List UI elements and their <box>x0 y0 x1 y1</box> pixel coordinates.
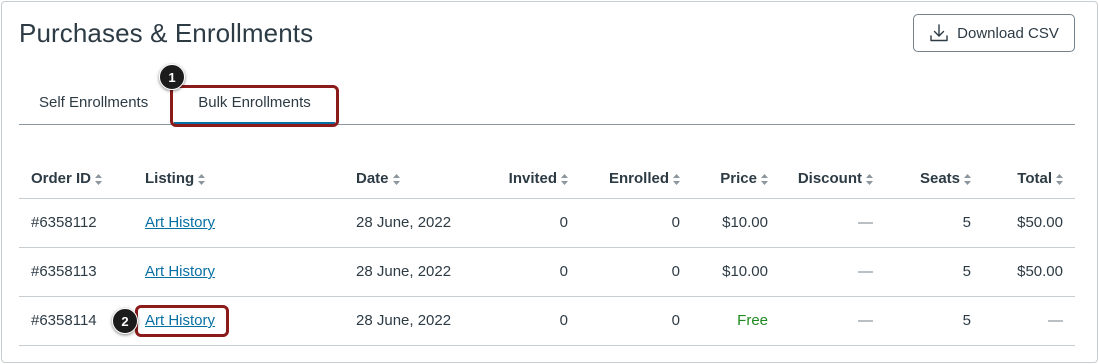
download-csv-button[interactable]: Download CSV <box>913 14 1075 52</box>
sort-icon <box>673 173 680 185</box>
order-id-cell: #6358113 <box>19 247 133 297</box>
column-header-date[interactable]: Date <box>344 160 477 199</box>
total-cell: $50.00 <box>983 198 1075 248</box>
tab-self-enrollments-label: Self Enrollments <box>39 93 149 111</box>
invited-cell: 0 <box>477 198 580 248</box>
invited-cell: 0 <box>477 247 580 297</box>
sort-icon <box>392 173 400 185</box>
seats-cell: 5 <box>885 296 983 346</box>
total-cell: — <box>983 296 1075 346</box>
price-cell: Free <box>692 296 780 346</box>
order-id-cell: #6358112 <box>19 198 133 248</box>
enrolled-cell: 0 <box>580 247 692 297</box>
column-header-enrolled[interactable]: Enrolled <box>580 160 692 199</box>
sort-icon <box>761 173 768 185</box>
price-cell: $10.00 <box>692 247 780 297</box>
sort-icon <box>95 173 103 185</box>
listing-link[interactable]: Art History <box>145 214 215 231</box>
sort-icon <box>561 173 568 185</box>
table-row: #6358112 Art History 28 June, 2022 0 0 $… <box>19 198 1075 248</box>
enrolled-cell: 0 <box>580 296 692 346</box>
callout-highlight-listing-link <box>135 305 229 337</box>
listing-link[interactable]: Art History <box>145 263 215 280</box>
date-cell: 28 June, 2022 <box>344 296 477 346</box>
invited-cell: 0 <box>477 296 580 346</box>
page-title: Purchases & Enrollments <box>19 18 314 48</box>
date-cell: 28 June, 2022 <box>344 247 477 297</box>
sort-icon <box>198 173 206 185</box>
download-icon <box>929 23 949 43</box>
seats-cell: 5 <box>885 247 983 297</box>
listing-cell: Art History <box>133 247 344 297</box>
callout-badge: 2 <box>112 308 138 334</box>
listing-cell: Art History <box>133 198 344 248</box>
column-header-seats[interactable]: Seats <box>885 160 983 199</box>
sort-icon <box>1056 173 1063 185</box>
column-header-listing[interactable]: Listing <box>133 160 344 199</box>
total-cell: $50.00 <box>983 247 1075 297</box>
date-cell: 28 June, 2022 <box>344 198 477 248</box>
price-cell: $10.00 <box>692 198 780 248</box>
discount-cell: — <box>780 247 885 297</box>
column-header-price[interactable]: Price <box>692 160 780 199</box>
discount-cell: — <box>780 198 885 248</box>
column-header-order-id[interactable]: Order ID <box>19 160 133 199</box>
seats-cell: 5 <box>885 198 983 248</box>
column-header-total[interactable]: Total <box>983 160 1075 199</box>
column-header-invited[interactable]: Invited <box>477 160 580 199</box>
download-csv-label: Download CSV <box>957 24 1059 42</box>
column-header-discount[interactable]: Discount <box>780 160 885 199</box>
tab-self-enrollments[interactable]: Self Enrollments <box>19 80 171 124</box>
callout-badge: 1 <box>159 64 185 90</box>
discount-cell: — <box>780 296 885 346</box>
table-row: #6358113 Art History 28 June, 2022 0 0 $… <box>19 247 1075 297</box>
table-header-row: Order ID Listing Date Invited Enrolled P… <box>19 160 1075 199</box>
enrolled-cell: 0 <box>580 198 692 248</box>
callout-highlight-bulk-tab <box>170 85 339 127</box>
sort-icon <box>866 173 873 185</box>
sort-icon <box>964 173 971 185</box>
